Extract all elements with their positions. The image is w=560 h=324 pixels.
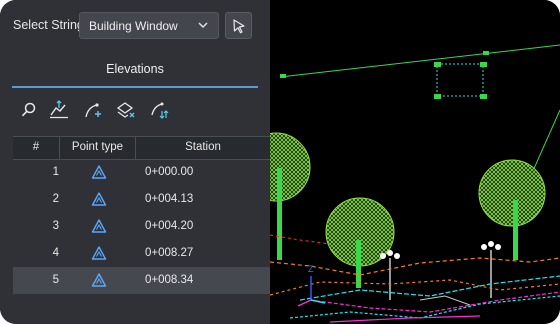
row-station: 0+000.00 [145,166,194,178]
swap-points-icon[interactable] [148,99,170,121]
search-icon[interactable] [18,99,40,121]
chevron-down-icon [198,22,208,29]
select-string-row: Select String Building Window [0,0,270,52]
string-dropdown-value: Building Window [89,19,178,33]
string-line [279,44,560,78]
header-number: # [32,141,40,153]
tree [270,132,311,260]
window-vertex [434,62,441,67]
table-header: # Point type Station [13,136,270,160]
cursor-select-icon [233,19,245,34]
row-number: 2 [52,193,59,205]
row-number: 1 [52,166,59,178]
header-point-type: Point type [71,141,124,153]
table-row[interactable]: 4 0+008.27 [13,240,270,267]
elevation-point-icon [91,165,107,179]
app-window: Select String Building Window Elevations [0,0,560,324]
white-string [419,295,471,306]
string-dropdown[interactable]: Building Window [79,12,219,39]
cad-viewport[interactable]: Z [270,0,560,324]
layer-transform-icon[interactable] [115,99,137,121]
active-tab-indicator [12,86,258,88]
elevation-point-icon [91,219,107,233]
window-vertex [480,62,487,67]
row-station: 0+004.13 [145,193,194,205]
row-station: 0+008.27 [145,247,194,259]
window-vertex [434,94,441,99]
string-vertex [280,74,286,78]
select-string-label: Select String [13,18,84,32]
profile-curve-icon[interactable] [48,99,70,121]
row-station: 0+004.20 [145,220,194,232]
row-station: 0+008.34 [145,274,194,286]
table-row[interactable]: 2 0+004.13 [13,186,270,213]
table-row[interactable]: 3 0+004.20 [13,213,270,240]
building-window [436,63,484,97]
elevation-point-icon [91,273,107,287]
light-post [380,250,400,300]
elevations-panel: Select String Building Window Elevations [0,0,270,324]
elevation-point-icon [91,192,107,206]
viewport-drawing: Z [270,44,560,323]
table-row-selected[interactable]: 5 0+008.34 [13,267,270,294]
header-station: Station [185,141,221,153]
elevation-point-icon [91,246,107,260]
row-number: 4 [52,247,59,259]
select-in-drawing-button[interactable] [225,12,252,39]
ground-string [270,257,560,276]
row-number: 5 [52,274,59,286]
row-number: 3 [52,220,59,232]
tab-elevations[interactable]: Elevations [12,56,258,88]
axis-z-label: Z [308,264,314,274]
ground-string [270,279,560,296]
string-vertex [483,51,489,55]
window-vertex [480,94,487,99]
elevations-toolbar [12,99,262,123]
tab-elevations-label: Elevations [106,62,164,76]
add-point-icon[interactable] [82,99,104,121]
table-row[interactable]: 1 0+000.00 [13,159,270,186]
